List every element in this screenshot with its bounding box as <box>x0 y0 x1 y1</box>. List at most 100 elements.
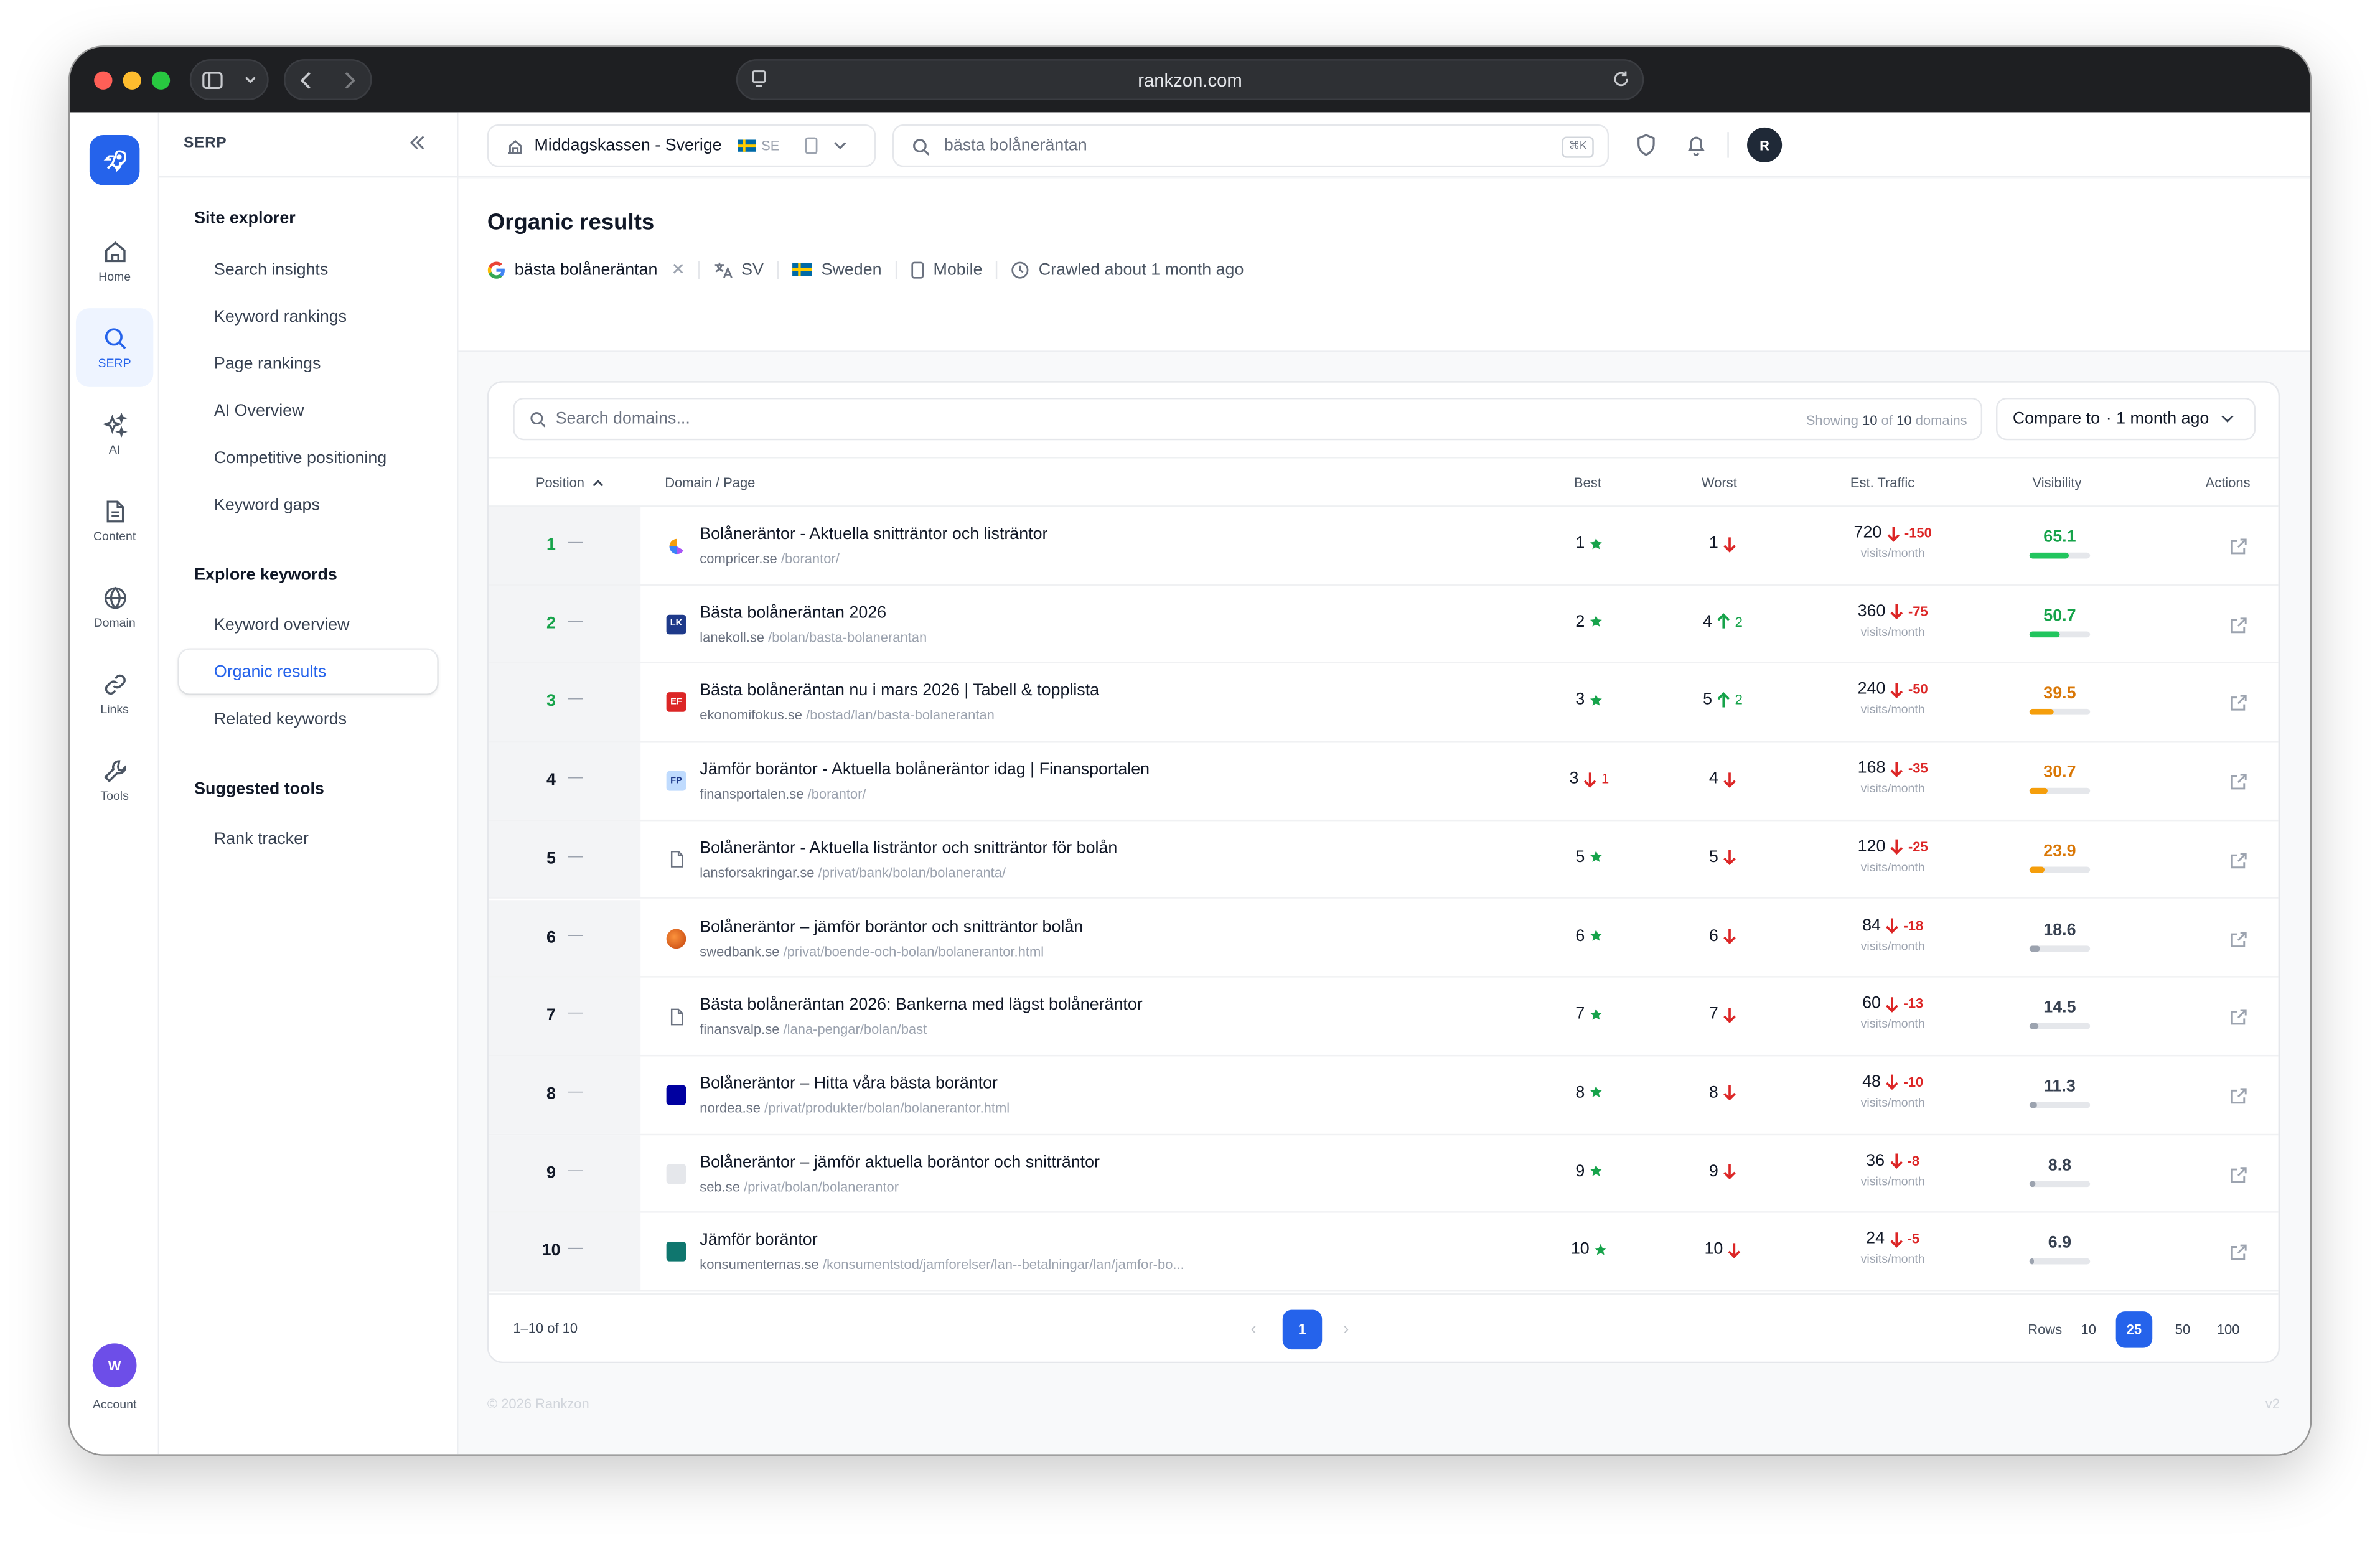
sidebar-item-keyword-overview[interactable]: Keyword overview <box>179 602 438 647</box>
account-avatar[interactable]: W <box>92 1343 137 1388</box>
rows-option-100[interactable]: 100 <box>2210 1311 2247 1348</box>
table-row[interactable]: 10 — Jämför boräntor konsumenternas.se /kon… <box>489 1213 2279 1292</box>
external-link-icon <box>2231 617 2247 633</box>
bell-icon[interactable] <box>1687 134 1707 157</box>
sidebar-item-rank-tracker[interactable]: Rank tracker <box>179 817 438 861</box>
result-title[interactable]: Bolåneräntor – jämför boräntor och snitt… <box>700 917 1083 935</box>
minimize-window-button[interactable] <box>123 71 141 90</box>
visibility-bar <box>2029 630 2091 637</box>
result-title[interactable]: Bolåneräntor – Hitta våra bästa boräntor <box>700 1074 998 1092</box>
rows-option-10[interactable]: 10 <box>2071 1311 2107 1348</box>
current-page-button[interactable]: 1 <box>1282 1309 1323 1350</box>
column-position[interactable]: Position <box>536 475 604 490</box>
result-title[interactable]: Bästa bolåneräntan nu i mars 2026 | Tabe… <box>700 682 1099 700</box>
open-external-button[interactable] <box>2230 850 2248 877</box>
section-sidebar: SERP Site explorer Search insights Keywo… <box>159 112 459 1455</box>
sidebar-item-search-insights[interactable]: Search insights <box>179 248 438 292</box>
result-title[interactable]: Bolåneräntor - Aktuella listräntor och s… <box>700 839 1117 857</box>
sidebar-item-competitive-positioning[interactable]: Competitive positioning <box>179 436 438 480</box>
open-external-button[interactable] <box>2230 693 2248 720</box>
reload-icon[interactable] <box>1612 70 1630 88</box>
result-title[interactable]: Bästa bolåneräntan 2026: Bankerna med lä… <box>700 996 1142 1014</box>
sidebar-item-page-rankings[interactable]: Page rankings <box>179 342 438 386</box>
table-row[interactable]: 2— LK Bästa bolåneräntan 2026 lanekoll.se /… <box>489 585 2279 664</box>
project-selector[interactable]: Middagskassen - Sverige SE <box>487 124 876 167</box>
open-external-button[interactable] <box>2230 536 2248 563</box>
previous-page-button[interactable]: ‹ <box>1251 1321 1257 1339</box>
rail-item-home[interactable]: Home <box>76 222 153 301</box>
table-row[interactable]: 5— Bolåneräntor - Aktuella listräntor och… <box>489 820 2279 899</box>
forward-icon[interactable] <box>343 70 355 88</box>
wrench-icon <box>103 759 126 782</box>
mobile-device-icon <box>804 137 817 154</box>
open-external-button[interactable] <box>2230 1085 2248 1112</box>
tabs-overview-icon[interactable] <box>2262 65 2285 88</box>
address-bar[interactable]: rankzon.com <box>736 59 1644 100</box>
next-page-button[interactable]: › <box>1343 1321 1349 1339</box>
rows-option-25[interactable]: 25 <box>2115 1311 2153 1348</box>
search-icon <box>913 139 930 156</box>
column-domain[interactable]: Domain / Page <box>665 475 755 490</box>
sidebar-item-organic-results[interactable]: Organic results <box>179 649 438 694</box>
column-visibility[interactable]: Visibility <box>2033 475 2082 490</box>
sidebar-item-keyword-rankings[interactable]: Keyword rankings <box>179 294 438 339</box>
table-row[interactable]: 3— EF Bästa bolåneräntan nu i mars 2026 | … <box>489 663 2279 743</box>
column-worst[interactable]: Worst <box>1702 475 1737 490</box>
rail-item-content[interactable]: Content <box>76 481 153 560</box>
open-external-button[interactable] <box>2230 928 2248 955</box>
visibility-fill <box>2029 1023 2038 1029</box>
rail-item-ai[interactable]: AI <box>76 395 153 474</box>
table-row[interactable]: 4— FP Jämför boräntor - Aktuella bolånerän… <box>489 742 2279 821</box>
top-bar: Middagskassen - Sverige SE bästa bolåner… <box>458 112 2310 178</box>
close-window-button[interactable] <box>94 71 113 90</box>
collapse-sidebar-icon[interactable] <box>408 134 426 152</box>
result-title[interactable]: Bästa bolåneräntan 2026 <box>700 604 886 622</box>
sidebar-item-related-keywords[interactable]: Related keywords <box>179 696 438 741</box>
sidebar-item-ai-overview[interactable]: AI Overview <box>179 388 438 433</box>
sidebar-item-keyword-gaps[interactable]: Keyword gaps <box>179 483 438 527</box>
visibility-fill <box>2029 1102 2036 1108</box>
crawled-label: Crawled about 1 month ago <box>1038 260 1244 279</box>
column-best[interactable]: Best <box>1574 475 1601 490</box>
browser-titlebar: rankzon.com <box>70 47 2310 113</box>
table-row[interactable]: 7— Bästa bolåneräntan 2026: Bankerna med … <box>489 978 2279 1057</box>
rail-item-domain[interactable]: Domain <box>76 568 153 647</box>
domain-search-input[interactable]: Search domains... Showing 10 of 10 domai… <box>513 397 1983 441</box>
traffic-cell: 36 -8 visits/month <box>1860 1151 1925 1188</box>
compare-dropdown[interactable]: Compare to · 1 month ago <box>1996 397 2256 441</box>
position-cell: 3— <box>489 663 641 741</box>
open-external-button[interactable] <box>2230 1164 2248 1191</box>
open-external-button[interactable] <box>2230 1242 2248 1270</box>
result-title[interactable]: Jämför boräntor - Aktuella bolåneräntor … <box>700 761 1150 779</box>
sidebar-toggle-button[interactable] <box>189 59 269 100</box>
table-row[interactable]: 9— Bolåneräntor – jämför aktuella boränto… <box>489 1135 2279 1214</box>
user-avatar[interactable]: R <box>1747 127 1783 162</box>
result-title[interactable]: Jämför boräntor <box>700 1232 817 1250</box>
best-position: 6 <box>1559 927 1620 945</box>
rail-item-links[interactable]: Links <box>76 654 153 733</box>
rail-label: Home <box>98 269 131 283</box>
shield-icon[interactable] <box>1636 134 1656 157</box>
rail-item-serp[interactable]: SERP <box>75 308 154 387</box>
column-traffic[interactable]: Est. Traffic <box>1850 475 1914 490</box>
result-title[interactable]: Bolåneräntor - Aktuella snitträntor och … <box>700 525 1047 543</box>
table-row[interactable]: 6— Bolåneräntor – jämför boräntor och sni… <box>489 899 2279 978</box>
maximize-window-button[interactable] <box>151 71 171 90</box>
table-row[interactable]: 1— Bolåneräntor - Aktuella snitträntor oc… <box>489 507 2279 586</box>
table-row[interactable]: 8— Bolåneräntor – Hitta våra bästa boränt… <box>489 1056 2279 1135</box>
chevron-down-icon <box>833 142 846 149</box>
visibility-fill <box>2029 630 2061 637</box>
visibility-fill <box>2029 866 2044 873</box>
rows-option-50[interactable]: 50 <box>2165 1311 2201 1348</box>
app-logo[interactable] <box>89 135 140 185</box>
clear-keyword-icon[interactable]: ✕ <box>671 260 685 279</box>
new-tab-icon[interactable] <box>2218 65 2239 87</box>
open-external-button[interactable] <box>2230 1006 2248 1034</box>
open-external-button[interactable] <box>2230 614 2248 642</box>
result-title[interactable]: Bolåneräntor – jämför aktuella boräntor … <box>700 1153 1100 1171</box>
back-icon[interactable] <box>300 70 313 88</box>
global-search-input[interactable]: bästa bolåneräntan ⌘K <box>892 124 1609 167</box>
rail-item-tools[interactable]: Tools <box>76 741 153 820</box>
open-external-button[interactable] <box>2230 771 2248 799</box>
share-icon[interactable] <box>2173 65 2195 90</box>
